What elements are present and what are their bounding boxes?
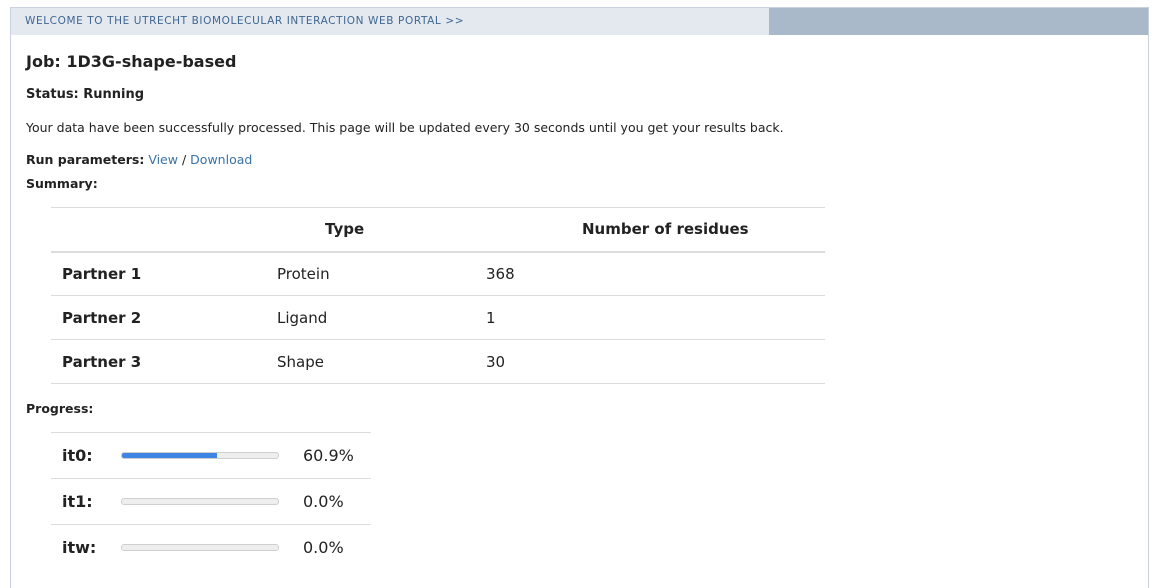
progress-bar-cell [121, 433, 303, 479]
iteration-name: it1: [62, 492, 93, 511]
partner-name: Partner 3 [62, 352, 142, 371]
partner-residues: 368 [486, 264, 515, 283]
summary-table: Type Number of residues Partner 1 Protei… [51, 207, 825, 384]
run-parameters-label: Run parameters: [26, 152, 145, 167]
summary-header-partner [51, 208, 277, 252]
summary-row: Partner 2 Ligand 1 [51, 296, 825, 340]
portal-welcome-link[interactable]: WELCOME TO THE UTRECHT BIOMOLECULAR INTE… [25, 15, 464, 27]
link-separator: / [181, 152, 187, 167]
partner-type: Shape [277, 352, 324, 371]
partner-name: Partner 1 [62, 264, 142, 283]
progress-bar [121, 544, 279, 552]
progress-row: it1: 0.0% [51, 478, 371, 525]
job-title: Job: 1D3G-shape-based [26, 52, 237, 71]
status-message: Your data have been successfully process… [26, 120, 784, 135]
progress-percent: 0.0% [303, 492, 344, 511]
iteration-name: itw: [62, 538, 97, 558]
top-banner-accent [769, 8, 1148, 35]
progress-label: Progress: [26, 401, 94, 416]
summary-row: Partner 3 Shape 30 [51, 340, 825, 384]
progress-percent: 60.9% [303, 446, 354, 465]
progress-row: it0: 60.9% [51, 432, 371, 479]
partner-type: Ligand [277, 308, 328, 327]
progress-table: it0: 60.9% it1: 0.0% itw: 0.0% [51, 432, 371, 571]
view-parameters-link[interactable]: View [148, 152, 178, 167]
progress-bar-cell [121, 525, 303, 571]
page-frame: WELCOME TO THE UTRECHT BIOMOLECULAR INTE… [10, 7, 1149, 588]
progress-row: itw: 0.0% [51, 524, 371, 571]
progress-bar [121, 498, 279, 505]
progress-bar-fill [122, 453, 217, 458]
top-banner: WELCOME TO THE UTRECHT BIOMOLECULAR INTE… [11, 8, 1148, 35]
summary-label: Summary: [26, 176, 98, 191]
progress-bar-cell [121, 479, 303, 525]
summary-header-type: Type [325, 220, 365, 239]
iteration-name: it0: [62, 446, 93, 465]
progress-percent: 0.0% [303, 538, 344, 558]
run-parameters: Run parameters: View / Download [26, 152, 252, 167]
job-status: Status: Running [26, 87, 145, 102]
summary-header-residues: Number of residues [582, 220, 749, 239]
partner-residues: 30 [486, 352, 506, 371]
partner-name: Partner 2 [62, 308, 142, 327]
summary-row: Partner 1 Protein 368 [51, 252, 825, 296]
progress-bar [121, 452, 279, 459]
summary-header-row: Type Number of residues [51, 207, 825, 252]
partner-type: Protein [277, 264, 330, 283]
partner-residues: 1 [486, 308, 496, 327]
download-parameters-link[interactable]: Download [190, 152, 252, 167]
